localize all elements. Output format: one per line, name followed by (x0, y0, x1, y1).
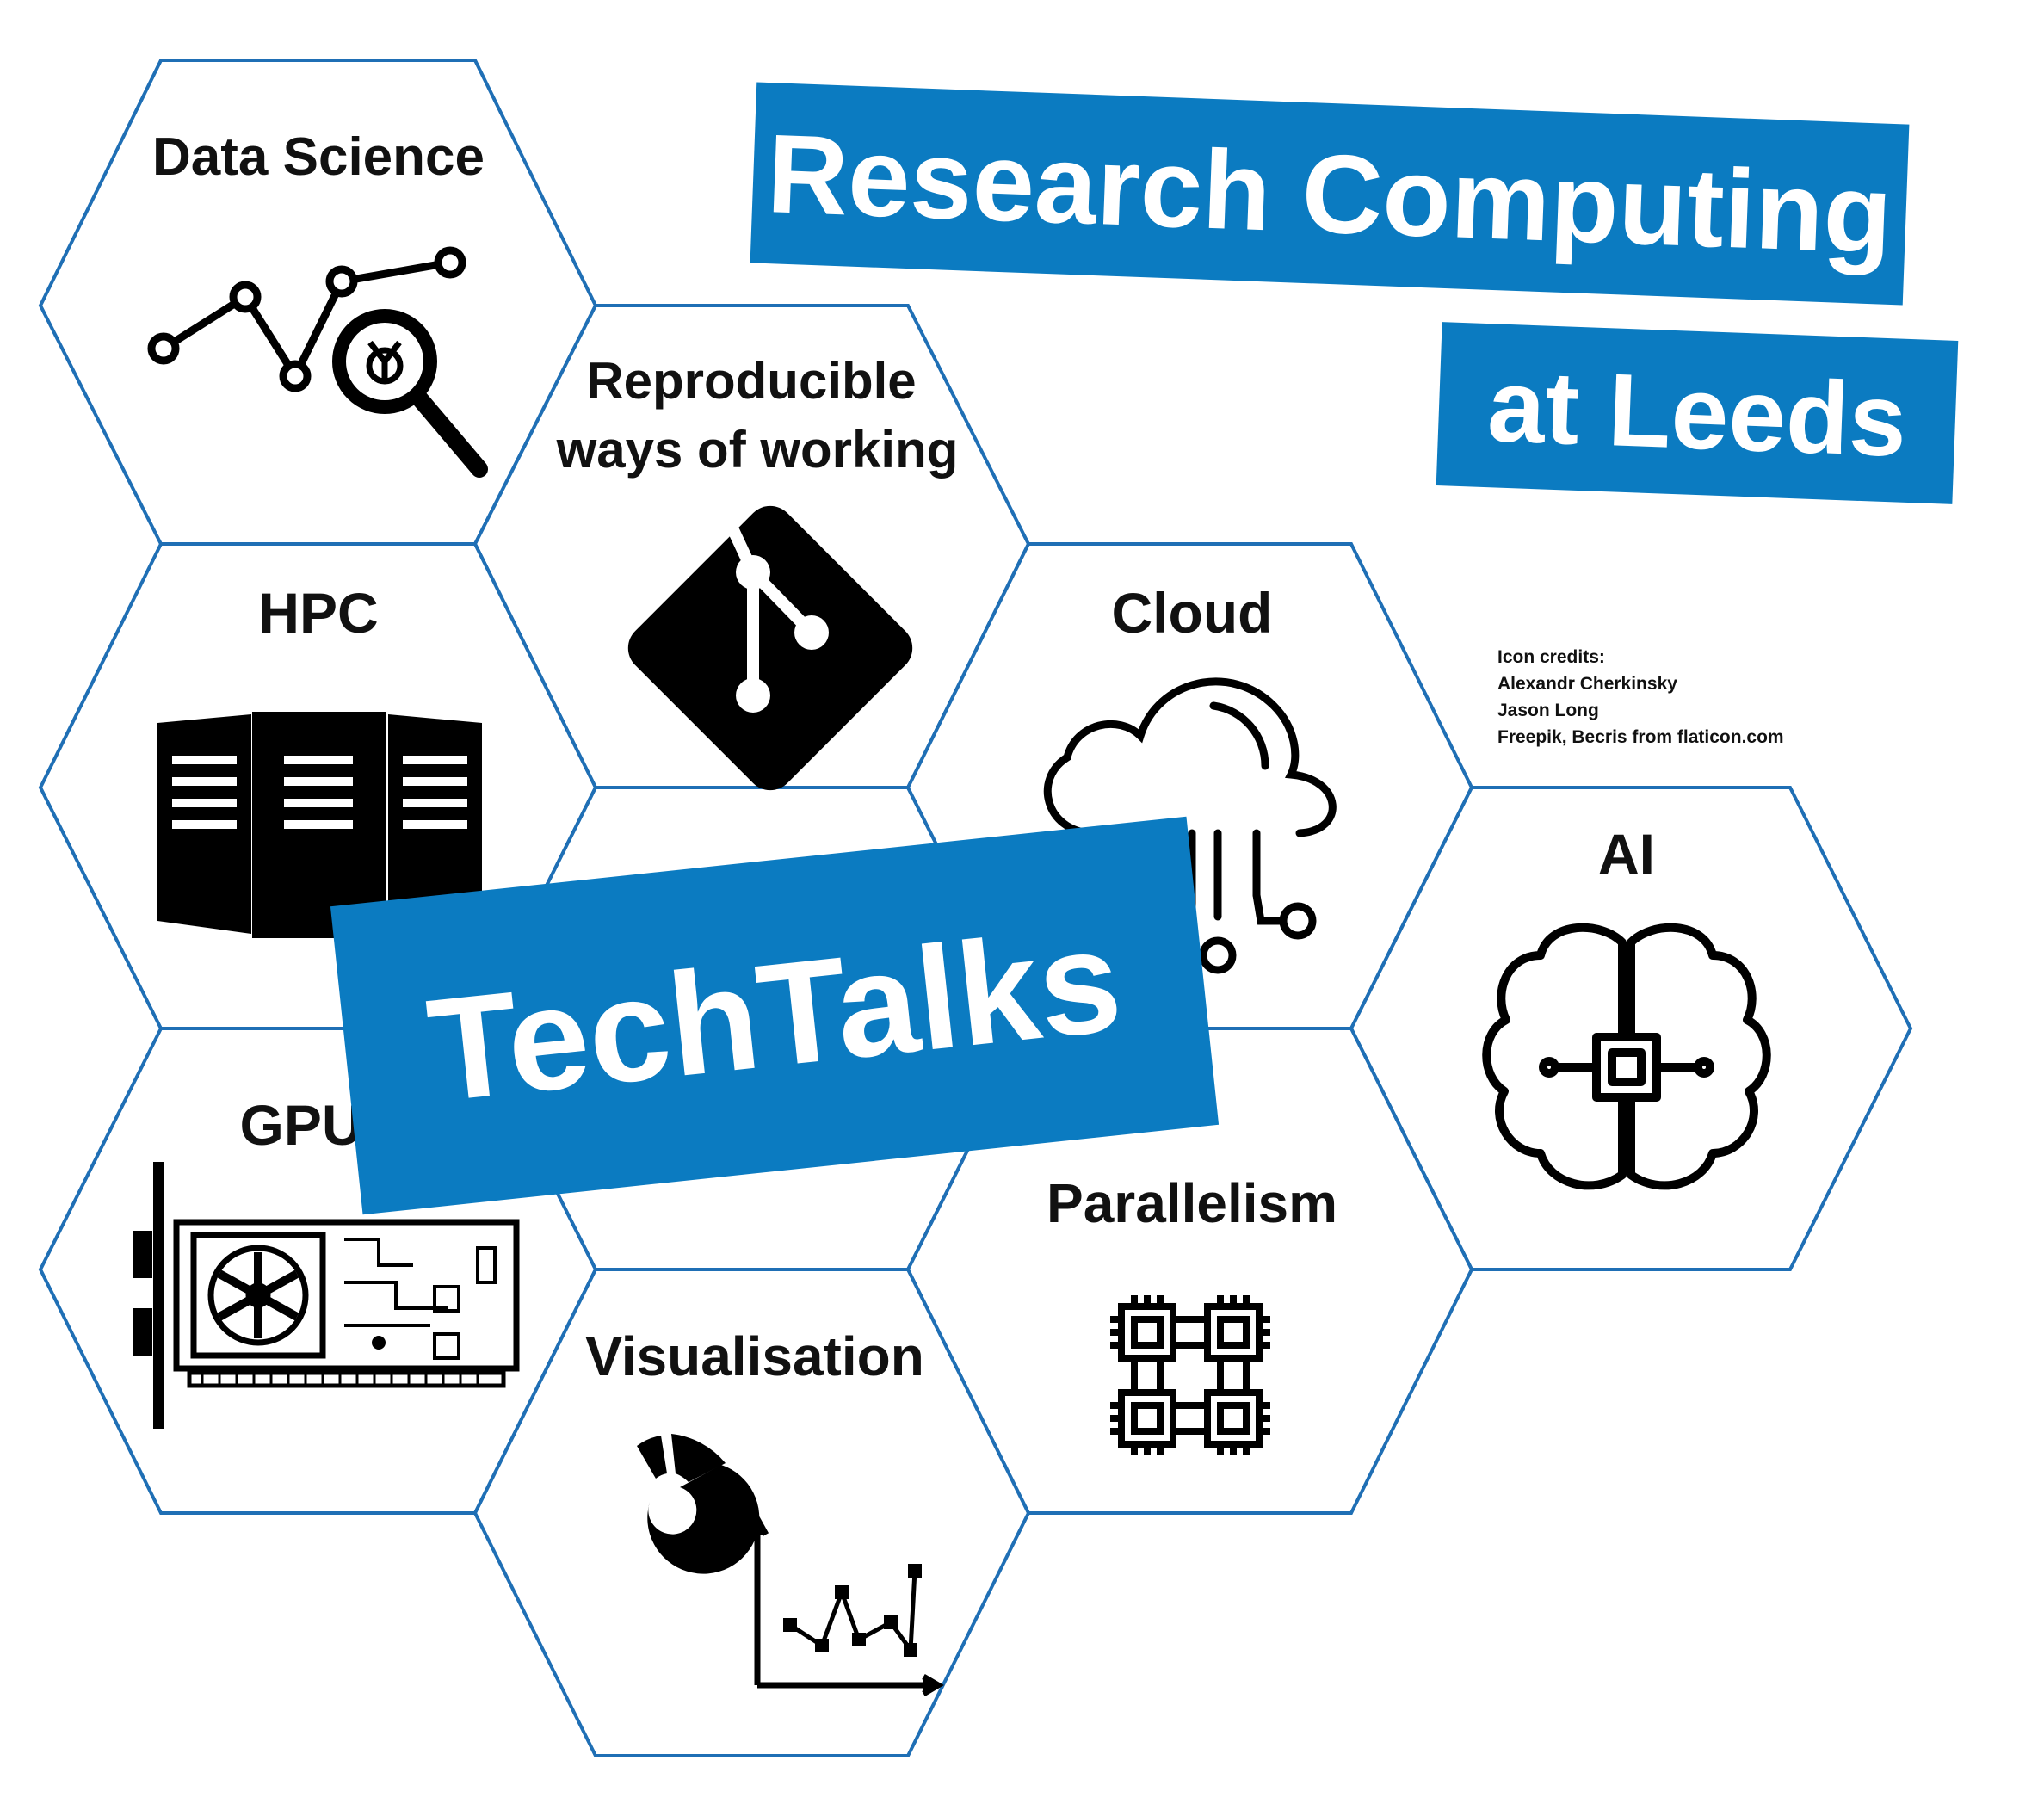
label-parallelism: Parallelism (1047, 1172, 1337, 1234)
title-line1-text: Research Computing (765, 110, 1894, 277)
label-gpu: GPU (239, 1093, 362, 1157)
credits-line: Icon credits: (1497, 647, 1605, 667)
label-visualisation: Visualisation (585, 1325, 924, 1387)
label-cloud: Cloud (1112, 581, 1273, 645)
techtalks-text: TechTalks (421, 898, 1128, 1133)
title-banner-line2: at Leeds (1436, 322, 1959, 504)
label-data-science: Data Science (152, 127, 485, 187)
icon-credits: Icon credits: Alexandr Cherkinsky Jason … (1497, 644, 1784, 750)
label-reproducible-line1: Reproducible (586, 352, 916, 410)
label-hpc: HPC (258, 581, 378, 645)
credits-line: Freepik, Becris from flaticon.com (1497, 727, 1784, 747)
label-ai: AI (1598, 822, 1655, 886)
credits-line: Alexandr Cherkinsky (1497, 674, 1677, 694)
credits-line: Jason Long (1497, 701, 1599, 720)
title-line2-text: at Leeds (1485, 348, 1909, 479)
label-reproducible-line2: ways of working (556, 421, 959, 479)
